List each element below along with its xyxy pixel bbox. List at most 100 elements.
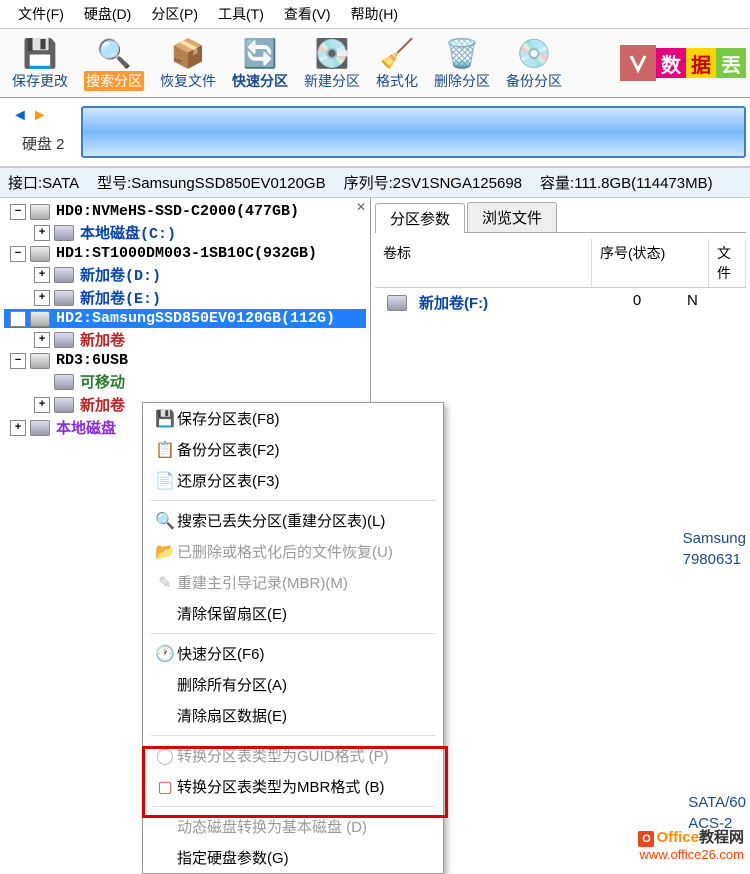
- ctx-dynamic-basic: 动态磁盘转换为基本磁盘 (D): [143, 811, 443, 842]
- tree-volume[interactable]: +本地磁盘(C:): [4, 221, 366, 244]
- info-serial: 序列号:2SV1SNGA125698: [344, 172, 522, 193]
- grid-header: 卷标 序号(状态) 文件: [375, 239, 746, 288]
- info-interface: 接口:SATA: [8, 172, 79, 193]
- expand-icon[interactable]: +: [34, 267, 50, 283]
- info-bar: 接口:SATA 型号:SamsungSSD850EV0120GB 序列号:2SV…: [0, 167, 750, 198]
- watermark: OOffice教程网 www.office26.com: [638, 828, 744, 864]
- tree-disk-hd0[interactable]: −HD0:NVMeHS-SSD-C2000(477GB): [4, 202, 366, 221]
- expand-icon[interactable]: +: [34, 290, 50, 306]
- col-fs[interactable]: 文件: [709, 239, 746, 287]
- new-icon: 💽: [314, 35, 350, 71]
- convert-icon: ▢: [153, 777, 177, 797]
- search-icon: 🔍: [96, 35, 132, 71]
- ctx-restore-table[interactable]: 📄还原分区表(F3): [143, 465, 443, 496]
- quick-icon: 🔄: [242, 35, 278, 71]
- clock-icon: 🕐: [153, 644, 177, 664]
- search-icon: 🔍: [153, 511, 177, 531]
- format-button[interactable]: 🧹格式化: [370, 31, 424, 95]
- undelete-icon: 📂: [153, 542, 177, 562]
- backup-icon: 📋: [153, 440, 177, 460]
- tab-browse-files[interactable]: 浏览文件: [467, 202, 557, 232]
- menu-disk[interactable]: 硬盘(D): [74, 2, 141, 26]
- ctx-disk-params[interactable]: 指定硬盘参数(G): [143, 842, 443, 873]
- save-button[interactable]: 💾保存更改: [6, 31, 74, 95]
- disk-header: ◄ ► 硬盘 2: [0, 98, 750, 167]
- tree-disk-rd3[interactable]: −RD3:6USB: [4, 351, 366, 370]
- search-partition-button[interactable]: 🔍搜索分区: [78, 31, 150, 95]
- menu-help[interactable]: 帮助(H): [341, 2, 408, 26]
- collapse-icon[interactable]: −: [10, 311, 26, 327]
- tabs: 分区参数 浏览文件: [375, 202, 746, 233]
- menu-partition[interactable]: 分区(P): [141, 2, 208, 26]
- collapse-icon[interactable]: −: [10, 353, 26, 369]
- info-capacity: 容量:111.8GB(114473MB): [540, 172, 713, 193]
- volume-icon: [54, 397, 74, 413]
- menu-view[interactable]: 查看(V): [274, 2, 341, 26]
- col-label[interactable]: 卷标: [375, 239, 592, 287]
- ctx-save-table[interactable]: 💾保存分区表(F8): [143, 403, 443, 434]
- expand-icon[interactable]: +: [34, 397, 50, 413]
- volume-icon: [30, 420, 50, 436]
- disk-icon: [30, 353, 50, 369]
- toolbar: 💾保存更改 🔍搜索分区 📦恢复文件 🔄快速分区 💽新建分区 🧹格式化 🗑️删除分…: [0, 29, 750, 98]
- collapse-icon[interactable]: −: [10, 246, 26, 262]
- delete-icon: 🗑️: [444, 35, 480, 71]
- ctx-clear-sectors[interactable]: 清除扇区数据(E): [143, 700, 443, 731]
- ctx-quick-partition[interactable]: 🕐快速分区(F6): [143, 638, 443, 669]
- convert-icon: ◯: [153, 746, 177, 766]
- quick-partition-button[interactable]: 🔄快速分区: [226, 31, 294, 95]
- volume-icon: [54, 225, 74, 241]
- nav-back-icon[interactable]: ◄: [12, 107, 28, 125]
- ctx-delete-all[interactable]: 删除所有分区(A): [143, 669, 443, 700]
- tree-volume[interactable]: +新加卷(E:): [4, 286, 366, 309]
- ctx-to-guid: ◯转换分区表类型为GUID格式 (P): [143, 740, 443, 771]
- new-partition-button[interactable]: 💽新建分区: [298, 31, 366, 95]
- expand-icon[interactable]: +: [10, 420, 26, 436]
- disk-usage-bar[interactable]: [81, 106, 746, 158]
- volume-icon: [54, 374, 74, 390]
- volume-icon: [54, 332, 74, 348]
- menu-bar: 文件(F) 硬盘(D) 分区(P) 工具(T) 查看(V) 帮助(H): [0, 0, 750, 29]
- save-icon: 💾: [153, 409, 177, 429]
- recover-icon: 📦: [170, 35, 206, 71]
- ctx-search-lost[interactable]: 🔍搜索已丢失分区(重建分区表)(L): [143, 505, 443, 536]
- tree-disk-hd1[interactable]: −HD1:ST1000DM003-1SB10C(932GB): [4, 244, 366, 263]
- volume-icon: [54, 290, 74, 306]
- menu-file[interactable]: 文件(F): [8, 2, 74, 26]
- disk-icon: [30, 246, 50, 262]
- tab-partition-params[interactable]: 分区参数: [375, 203, 465, 233]
- col-index[interactable]: 序号(状态): [592, 239, 709, 287]
- expand-icon[interactable]: +: [34, 332, 50, 348]
- restore-icon: 📄: [153, 471, 177, 491]
- grid-row[interactable]: 新加卷(F:) 0 N: [375, 288, 746, 317]
- disk-icon: [30, 311, 50, 327]
- tree-volume[interactable]: +新加卷: [4, 328, 366, 351]
- collapse-icon[interactable]: −: [10, 204, 26, 220]
- tree-disk-hd2[interactable]: −HD2:SamsungSSD850EV0120GB(112G): [4, 309, 366, 328]
- tree-volume[interactable]: +新加卷(D:): [4, 263, 366, 286]
- disk-icon: [30, 204, 50, 220]
- backup-partition-button[interactable]: 💿备份分区: [500, 31, 568, 95]
- volume-icon: [387, 295, 407, 311]
- expand-icon[interactable]: +: [34, 225, 50, 241]
- side-info-model: Samsung 7980631: [683, 528, 746, 570]
- backup-icon: 💿: [516, 35, 552, 71]
- ctx-rebuild-mbr[interactable]: ✎重建主引导记录(MBR)(M): [143, 567, 443, 598]
- tree-volume[interactable]: 可移动: [4, 370, 366, 393]
- mbr-icon: ✎: [153, 573, 177, 593]
- ctx-backup-table[interactable]: 📋备份分区表(F2): [143, 434, 443, 465]
- nav-forward-icon[interactable]: ►: [32, 107, 48, 125]
- save-icon: 💾: [22, 35, 58, 71]
- logo: 数 据 丟: [620, 31, 746, 95]
- context-menu: 💾保存分区表(F8) 📋备份分区表(F2) 📄还原分区表(F3) 🔍搜索已丢失分…: [142, 402, 444, 874]
- menu-tool[interactable]: 工具(T): [208, 2, 274, 26]
- close-icon[interactable]: ✕: [356, 200, 366, 214]
- format-icon: 🧹: [379, 35, 415, 71]
- delete-partition-button[interactable]: 🗑️删除分区: [428, 31, 496, 95]
- disk-label: 硬盘 2: [4, 129, 73, 162]
- info-model: 型号:SamsungSSD850EV0120GB: [97, 172, 325, 193]
- recover-file-button[interactable]: 📦恢复文件: [154, 31, 222, 95]
- ctx-clear-reserved[interactable]: 清除保留扇区(E): [143, 598, 443, 629]
- ctx-to-mbr[interactable]: ▢转换分区表类型为MBR格式 (B): [143, 771, 443, 802]
- ctx-undelete[interactable]: 📂已删除或格式化后的文件恢复(U): [143, 536, 443, 567]
